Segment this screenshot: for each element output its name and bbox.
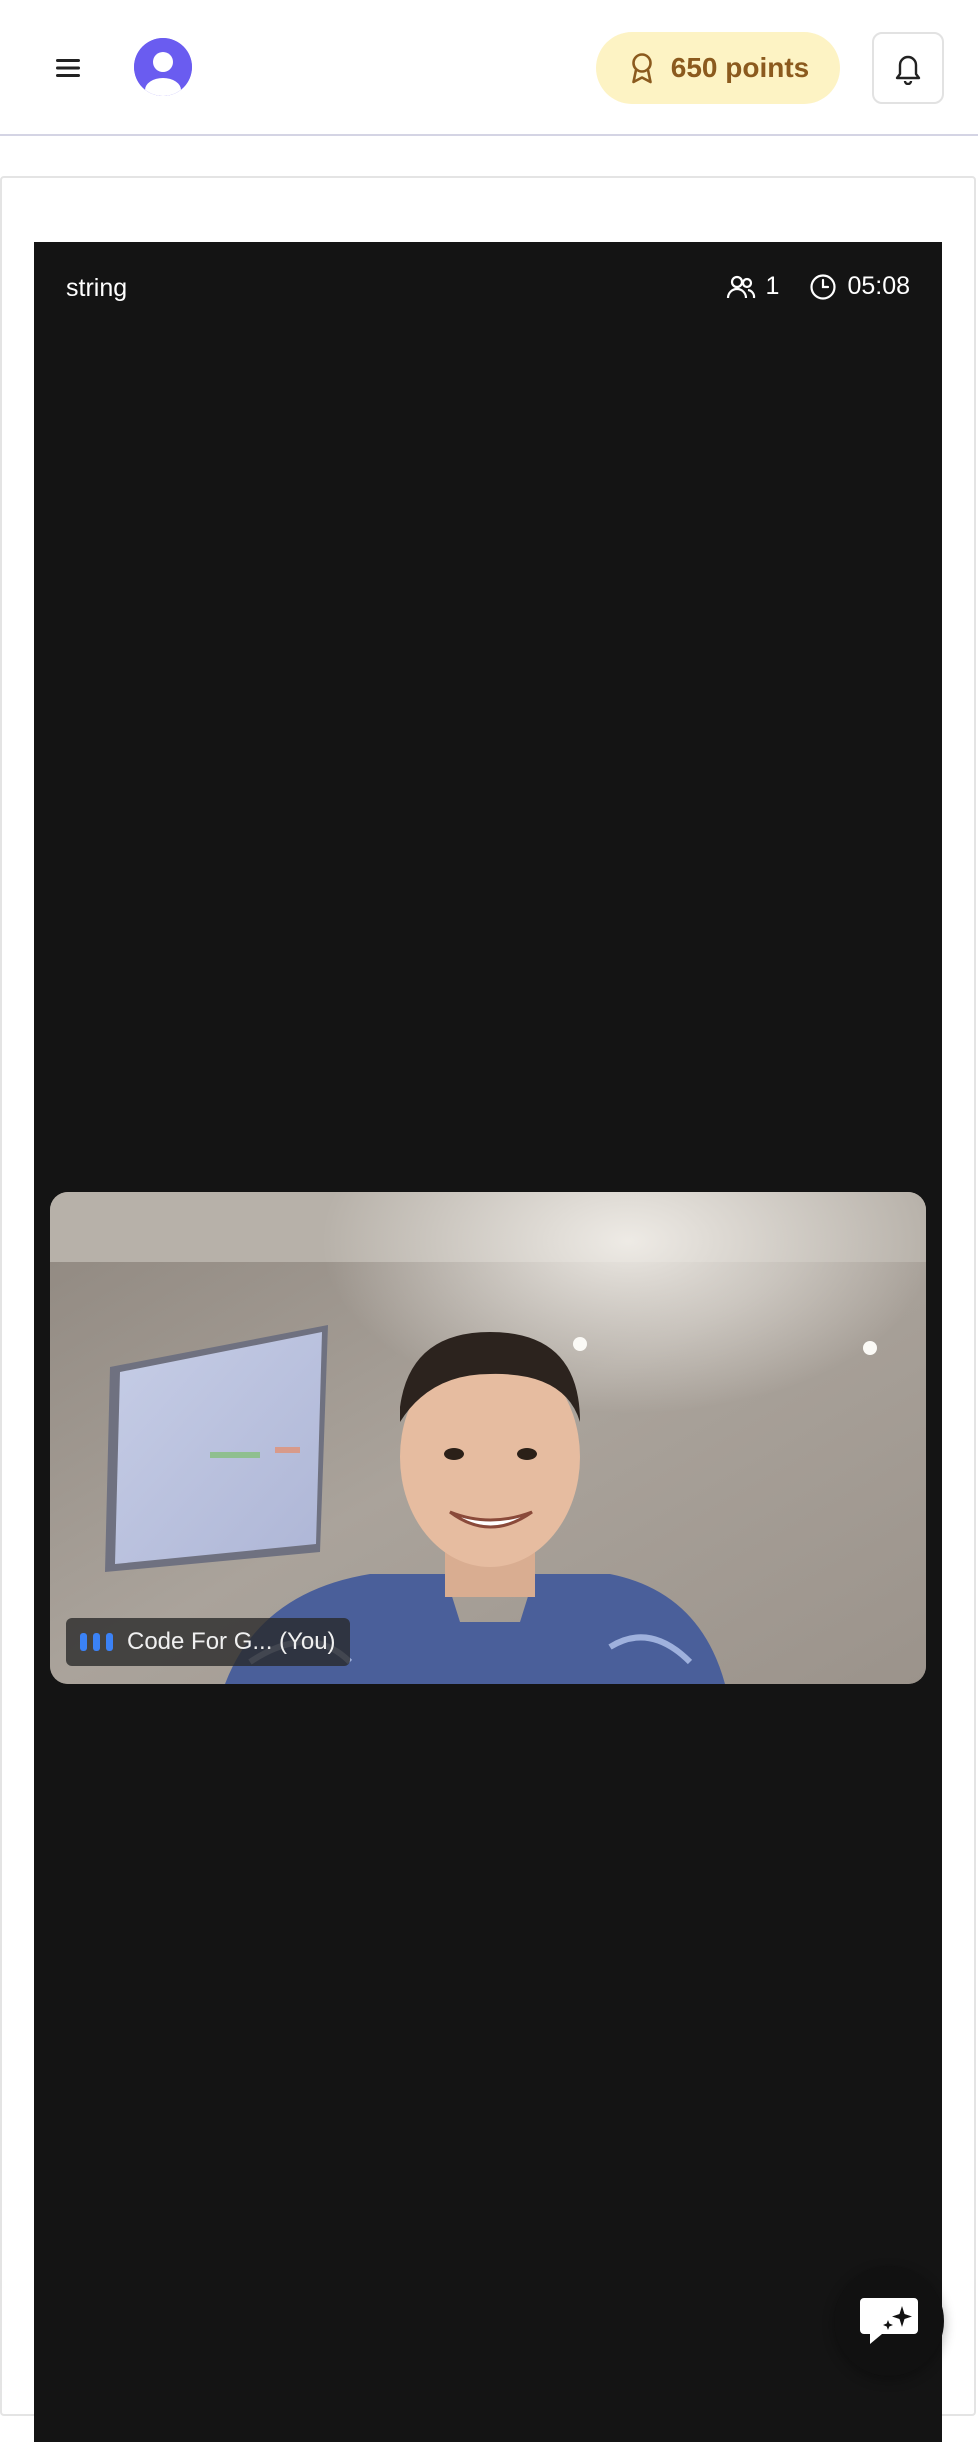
clock-icon — [810, 273, 837, 300]
award-icon — [631, 53, 652, 84]
top-bar: 650 points — [0, 0, 978, 136]
ai-chat-icon — [860, 2298, 918, 2344]
points-badge[interactable]: 650 points — [596, 32, 840, 104]
avatar[interactable] — [134, 38, 192, 96]
video-call-panel: string 1 05:08 Code For G... (You) — [34, 242, 942, 2442]
users-icon — [726, 275, 755, 298]
participant-video — [50, 1192, 926, 1684]
notifications-button[interactable] — [872, 32, 944, 104]
participant-name: Code For G... (You) — [127, 1628, 336, 1655]
bell-icon — [895, 55, 921, 85]
ai-chat-button[interactable] — [834, 2266, 944, 2376]
menu-button[interactable] — [40, 44, 96, 92]
call-duration: 05:08 — [809, 272, 910, 301]
audio-bars-icon — [80, 1633, 113, 1651]
participant-name-tag: Code For G... (You) — [66, 1618, 350, 1666]
menu-icon — [56, 59, 80, 77]
call-duration-value: 05:08 — [847, 272, 910, 300]
participant-video-tile[interactable]: Code For G... (You) — [50, 1192, 926, 1684]
points-label: 650 points — [670, 52, 810, 83]
call-title: string — [66, 274, 128, 302]
call-stats: 1 05:08 — [726, 272, 910, 301]
participant-count-value: 1 — [765, 272, 780, 300]
participant-count[interactable]: 1 — [726, 272, 780, 301]
user-avatar-icon — [134, 38, 192, 96]
